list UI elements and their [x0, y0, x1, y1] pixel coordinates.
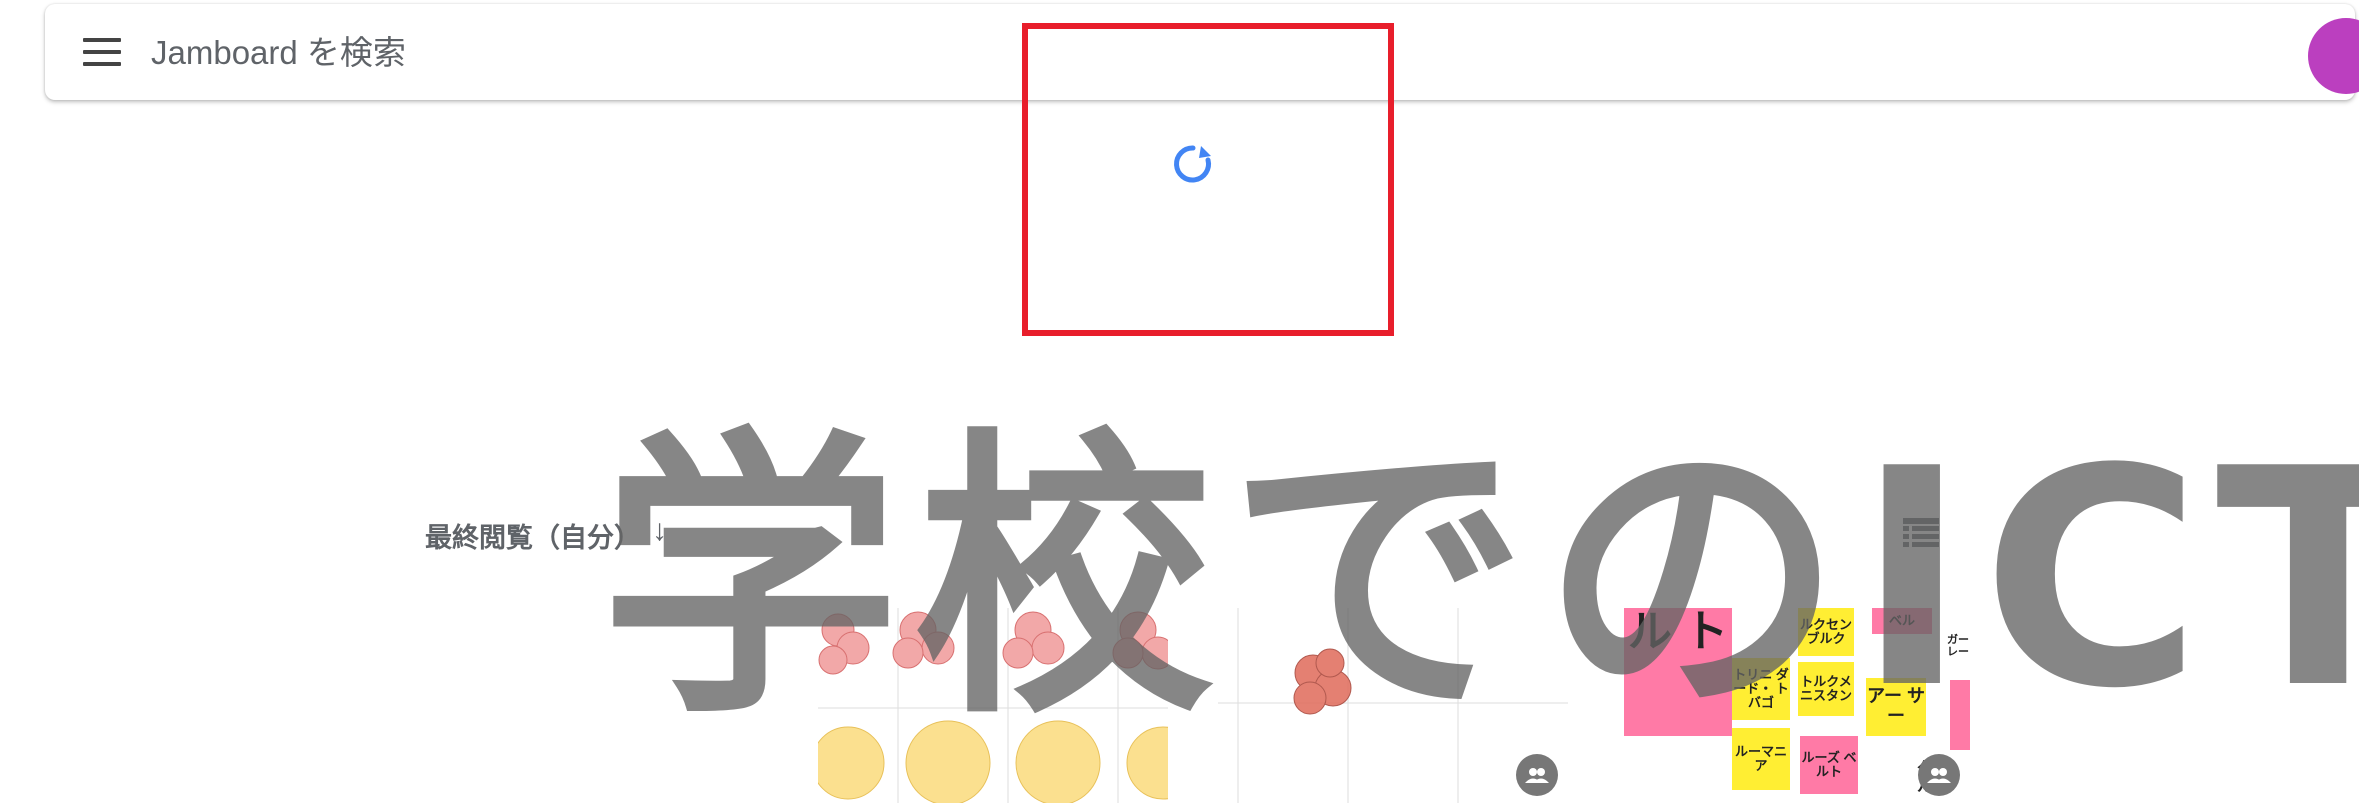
sort-label[interactable]: 最終閲覧（自分） [425, 516, 641, 555]
sticky-note: トリニ ダード・ トバゴ [1732, 658, 1790, 720]
shared-icon [1918, 754, 1960, 796]
sticky-note: ルーマニ ア [1732, 728, 1790, 790]
sticky-note: ルクセン ブルク [1798, 608, 1854, 656]
loading-spinner-icon [1174, 145, 1211, 183]
sticky-note: ガー レー [1946, 628, 1970, 664]
avatar[interactable] [2308, 18, 2359, 94]
sticky-note: トルクメ ニスタン [1798, 662, 1854, 716]
sticky-note: ルーズ ベルト [1800, 736, 1858, 794]
menu-icon[interactable] [83, 38, 121, 66]
search-input[interactable] [149, 26, 1053, 80]
board-thumbnail-1[interactable] [818, 608, 1168, 803]
list-view-icon[interactable] [1903, 518, 1939, 548]
shared-icon [1516, 754, 1558, 796]
sticky-note [1950, 680, 1970, 750]
sticky-note: ル ト [1624, 608, 1732, 736]
sticky-note: ベル [1872, 608, 1932, 634]
sort-direction-icon[interactable]: ↓ [652, 514, 667, 548]
sticky-note: アー サー [1866, 678, 1926, 736]
